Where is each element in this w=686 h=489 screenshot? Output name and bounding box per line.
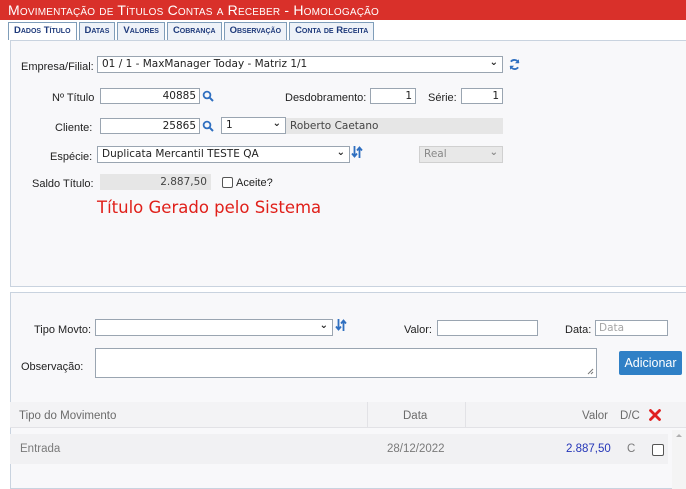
- status-message: Título Gerado pelo Sistema: [97, 198, 322, 217]
- cliente-label: Cliente:: [55, 122, 93, 134]
- data-label: Data:: [565, 324, 592, 336]
- empresa-select[interactable]: 01 / 1 - MaxManager Today - Matriz 1/1 ⌄: [97, 56, 503, 73]
- tipo-movto-select[interactable]: ⌄: [95, 319, 333, 336]
- chevron-down-icon: ⌄: [336, 147, 345, 158]
- tab-valores[interactable]: Valores: [117, 22, 165, 40]
- numero-titulo-input[interactable]: 40885: [100, 88, 200, 104]
- desdobramento-input[interactable]: 1: [370, 88, 416, 104]
- table-row[interactable]: Entrada 28/12/2022 2.887,50 C: [10, 434, 668, 464]
- cliente-select-value: 1: [226, 119, 233, 131]
- observacao-textarea[interactable]: [95, 348, 597, 378]
- refresh-icon[interactable]: [507, 57, 521, 71]
- tab-bar: Dados Título Datas Valores Cobrança Obse…: [8, 22, 375, 40]
- saldo-label: Saldo Título:: [32, 178, 94, 190]
- table-header: Tipo do Movimento Data Valor D/C: [10, 402, 686, 428]
- row-valor: 2.887,50: [566, 443, 611, 455]
- tab-datas[interactable]: Datas: [78, 22, 116, 40]
- serie-input[interactable]: 1: [461, 88, 503, 104]
- table-scrollbar[interactable]: [672, 430, 686, 489]
- aceite-label: Aceite?: [236, 177, 273, 189]
- especie-select[interactable]: Duplicata Mercantil TESTE QA ⌄: [97, 146, 350, 163]
- chevron-down-icon: ⌄: [319, 320, 328, 331]
- numero-titulo-label: Nº Título: [52, 92, 95, 104]
- valor-input[interactable]: [437, 320, 538, 336]
- chevron-down-icon: ⌄: [272, 118, 281, 129]
- data-input[interactable]: Data: [595, 320, 668, 336]
- swap-icon[interactable]: [350, 145, 364, 159]
- cliente-code-input[interactable]: 25865: [100, 118, 200, 134]
- serie-label: Série:: [428, 92, 457, 104]
- window-title: Movimentação de Títulos Contas a Receber…: [0, 0, 686, 20]
- moeda-value: Real: [424, 148, 447, 160]
- tab-cobranca[interactable]: Cobrança: [166, 22, 222, 40]
- tab-observacao[interactable]: Observação: [223, 22, 288, 40]
- chevron-down-icon: ⌄: [489, 57, 498, 68]
- cliente-select[interactable]: 1 ⌄: [221, 117, 286, 134]
- especie-value: Duplicata Mercantil TESTE QA: [102, 148, 259, 160]
- empresa-label: Empresa/Filial:: [21, 61, 94, 73]
- delete-all-icon[interactable]: [648, 408, 662, 422]
- aceite-checkbox[interactable]: [222, 177, 233, 188]
- row-tipo: Entrada: [20, 443, 61, 455]
- col-data-header[interactable]: Data: [403, 410, 427, 422]
- search-icon[interactable]: [201, 89, 215, 103]
- title-data-panel: [10, 40, 686, 287]
- add-button[interactable]: Adicionar: [619, 351, 682, 375]
- especie-label: Espécie:: [50, 151, 93, 163]
- row-data: 28/12/2022: [387, 443, 445, 455]
- tipo-movto-label: Tipo Movto:: [34, 324, 92, 336]
- col-valor-header[interactable]: Valor: [582, 410, 608, 422]
- swap-icon[interactable]: [334, 318, 348, 332]
- col-dc-header[interactable]: D/C: [620, 410, 640, 422]
- desdobramento-label: Desdobramento:: [285, 92, 367, 104]
- saldo-field: 2.887,50: [100, 174, 211, 190]
- row-select-checkbox[interactable]: [652, 444, 664, 456]
- col-tipo-header[interactable]: Tipo do Movimento: [19, 410, 116, 422]
- chevron-down-icon: ⌄: [489, 147, 498, 158]
- cliente-name-field: Roberto Caetano: [286, 118, 503, 134]
- row-dc: C: [627, 443, 636, 455]
- moeda-select: Real ⌄: [419, 146, 503, 163]
- column-divider: [367, 402, 368, 428]
- empresa-value: 01 / 1 - MaxManager Today - Matriz 1/1: [102, 58, 308, 70]
- tab-dados-titulo[interactable]: Dados Título: [8, 22, 77, 40]
- observacao-label: Observação:: [21, 361, 84, 373]
- column-divider: [465, 402, 466, 428]
- scroll-up-icon: [676, 434, 682, 437]
- resize-handle-icon: [587, 368, 594, 375]
- valor-label: Valor:: [404, 324, 432, 336]
- search-icon[interactable]: [201, 119, 215, 133]
- tab-conta-de-receita[interactable]: Conta de Receita: [289, 22, 375, 40]
